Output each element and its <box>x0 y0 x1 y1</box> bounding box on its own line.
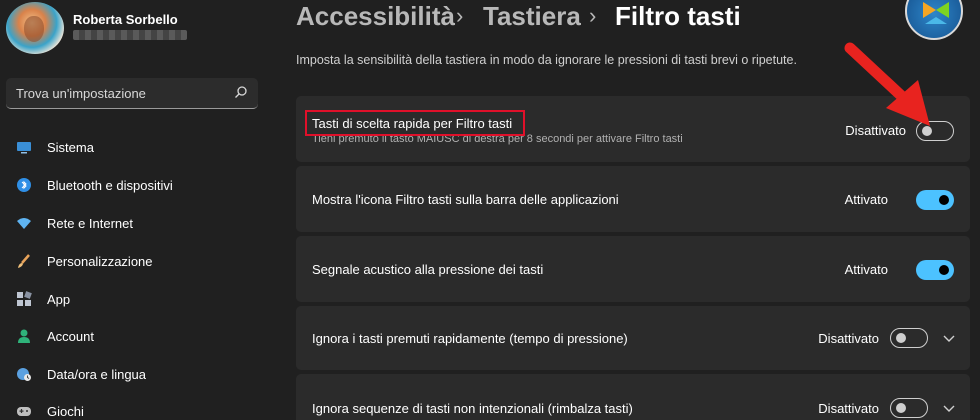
apps-icon <box>17 291 32 306</box>
breadcrumb-item-accessibilita[interactable]: Accessibilità <box>296 1 455 32</box>
sidebar-item-label: App <box>47 292 71 307</box>
globe-clock-icon <box>17 368 31 381</box>
page-title: Filtro tasti <box>615 1 741 31</box>
monitor-icon <box>17 142 31 154</box>
user-name: Roberta Sorbello <box>73 12 178 27</box>
toggle-knob <box>939 265 949 275</box>
sidebar-item-rete[interactable]: Rete e Internet <box>6 206 258 240</box>
sidebar-item-label: Sistema <box>47 140 94 155</box>
sidebar-item-label: Account <box>47 329 94 344</box>
sidebar-item-label: Rete e Internet <box>47 216 133 231</box>
sidebar-item-data-ora[interactable]: Data/ora e lingua <box>6 357 258 391</box>
sidebar-item-sistema[interactable]: Sistema <box>6 130 258 164</box>
chevron-down-icon[interactable] <box>942 401 956 415</box>
search-input[interactable] <box>16 78 226 108</box>
setting-card-taskbar-icon: Mostra l'icona Filtro tasti sulla barra … <box>296 166 970 232</box>
breadcrumb-item-tastiera[interactable]: Tastiera <box>483 1 581 32</box>
app-logo <box>905 0 963 40</box>
sidebar: Roberta Sorbello Sistema Bluetooth e dis… <box>0 0 278 420</box>
sidebar-item-label: Giochi <box>47 404 84 419</box>
toggle-state-label: Disattivato <box>818 401 879 416</box>
sidebar-item-label: Bluetooth e dispositivi <box>47 178 173 193</box>
sidebar-item-label: Data/ora e lingua <box>47 367 147 382</box>
bluetooth-icon <box>17 178 31 192</box>
toggle-state-label: Attivato <box>844 262 888 277</box>
toggle-state-label: Attivato <box>844 192 888 207</box>
wifi-icon <box>17 218 31 229</box>
sidebar-item-account[interactable]: Account <box>6 319 258 353</box>
highlight-annotation-box <box>305 110 525 136</box>
toggle-knob <box>896 402 906 413</box>
sidebar-item-personalizzazione[interactable]: Personalizzazione <box>6 244 258 278</box>
account-icon <box>18 329 30 343</box>
setting-title: Ignora sequenze di tasti non intenzional… <box>312 401 633 416</box>
gamepad-icon <box>17 407 31 416</box>
search-icon[interactable] <box>234 85 248 99</box>
breadcrumb-separator: › <box>589 3 597 28</box>
chevron-down-icon[interactable] <box>942 331 956 345</box>
logo-mark-icon <box>923 2 949 24</box>
sidebar-item-label: Personalizzazione <box>47 254 153 269</box>
setting-title: Segnale acustico alla pressione dei tast… <box>312 262 544 277</box>
sidebar-item-bluetooth[interactable]: Bluetooth e dispositivi <box>6 168 258 202</box>
bounce-keys-toggle[interactable] <box>890 398 928 418</box>
taskbar-icon-toggle[interactable] <box>916 190 954 210</box>
setting-card-bounce-keys[interactable]: Ignora sequenze di tasti non intenzional… <box>296 374 970 420</box>
breadcrumb-separator: › <box>456 3 464 28</box>
avatar[interactable] <box>6 2 64 54</box>
toggle-knob <box>939 195 949 205</box>
sidebar-item-giochi[interactable]: Giochi <box>6 394 258 420</box>
search-box[interactable] <box>6 78 258 109</box>
page-description: Imposta la sensibilità della tastiera in… <box>296 53 797 67</box>
setting-card-slow-keys[interactable]: Ignora i tasti premuti rapidamente (temp… <box>296 306 970 370</box>
slow-keys-toggle[interactable] <box>890 328 928 348</box>
toggle-knob <box>896 332 906 343</box>
setting-card-beep: Segnale acustico alla pressione dei tast… <box>296 236 970 302</box>
brush-icon <box>18 254 30 268</box>
red-arrow-annotation-icon <box>844 42 930 126</box>
toggle-state-label: Disattivato <box>818 331 879 346</box>
setting-title: Ignora i tasti premuti rapidamente (temp… <box>312 331 628 346</box>
setting-title: Mostra l'icona Filtro tasti sulla barra … <box>312 192 619 207</box>
sidebar-item-app[interactable]: App <box>6 282 258 316</box>
user-email-redacted <box>73 30 187 40</box>
beep-toggle[interactable] <box>916 260 954 280</box>
